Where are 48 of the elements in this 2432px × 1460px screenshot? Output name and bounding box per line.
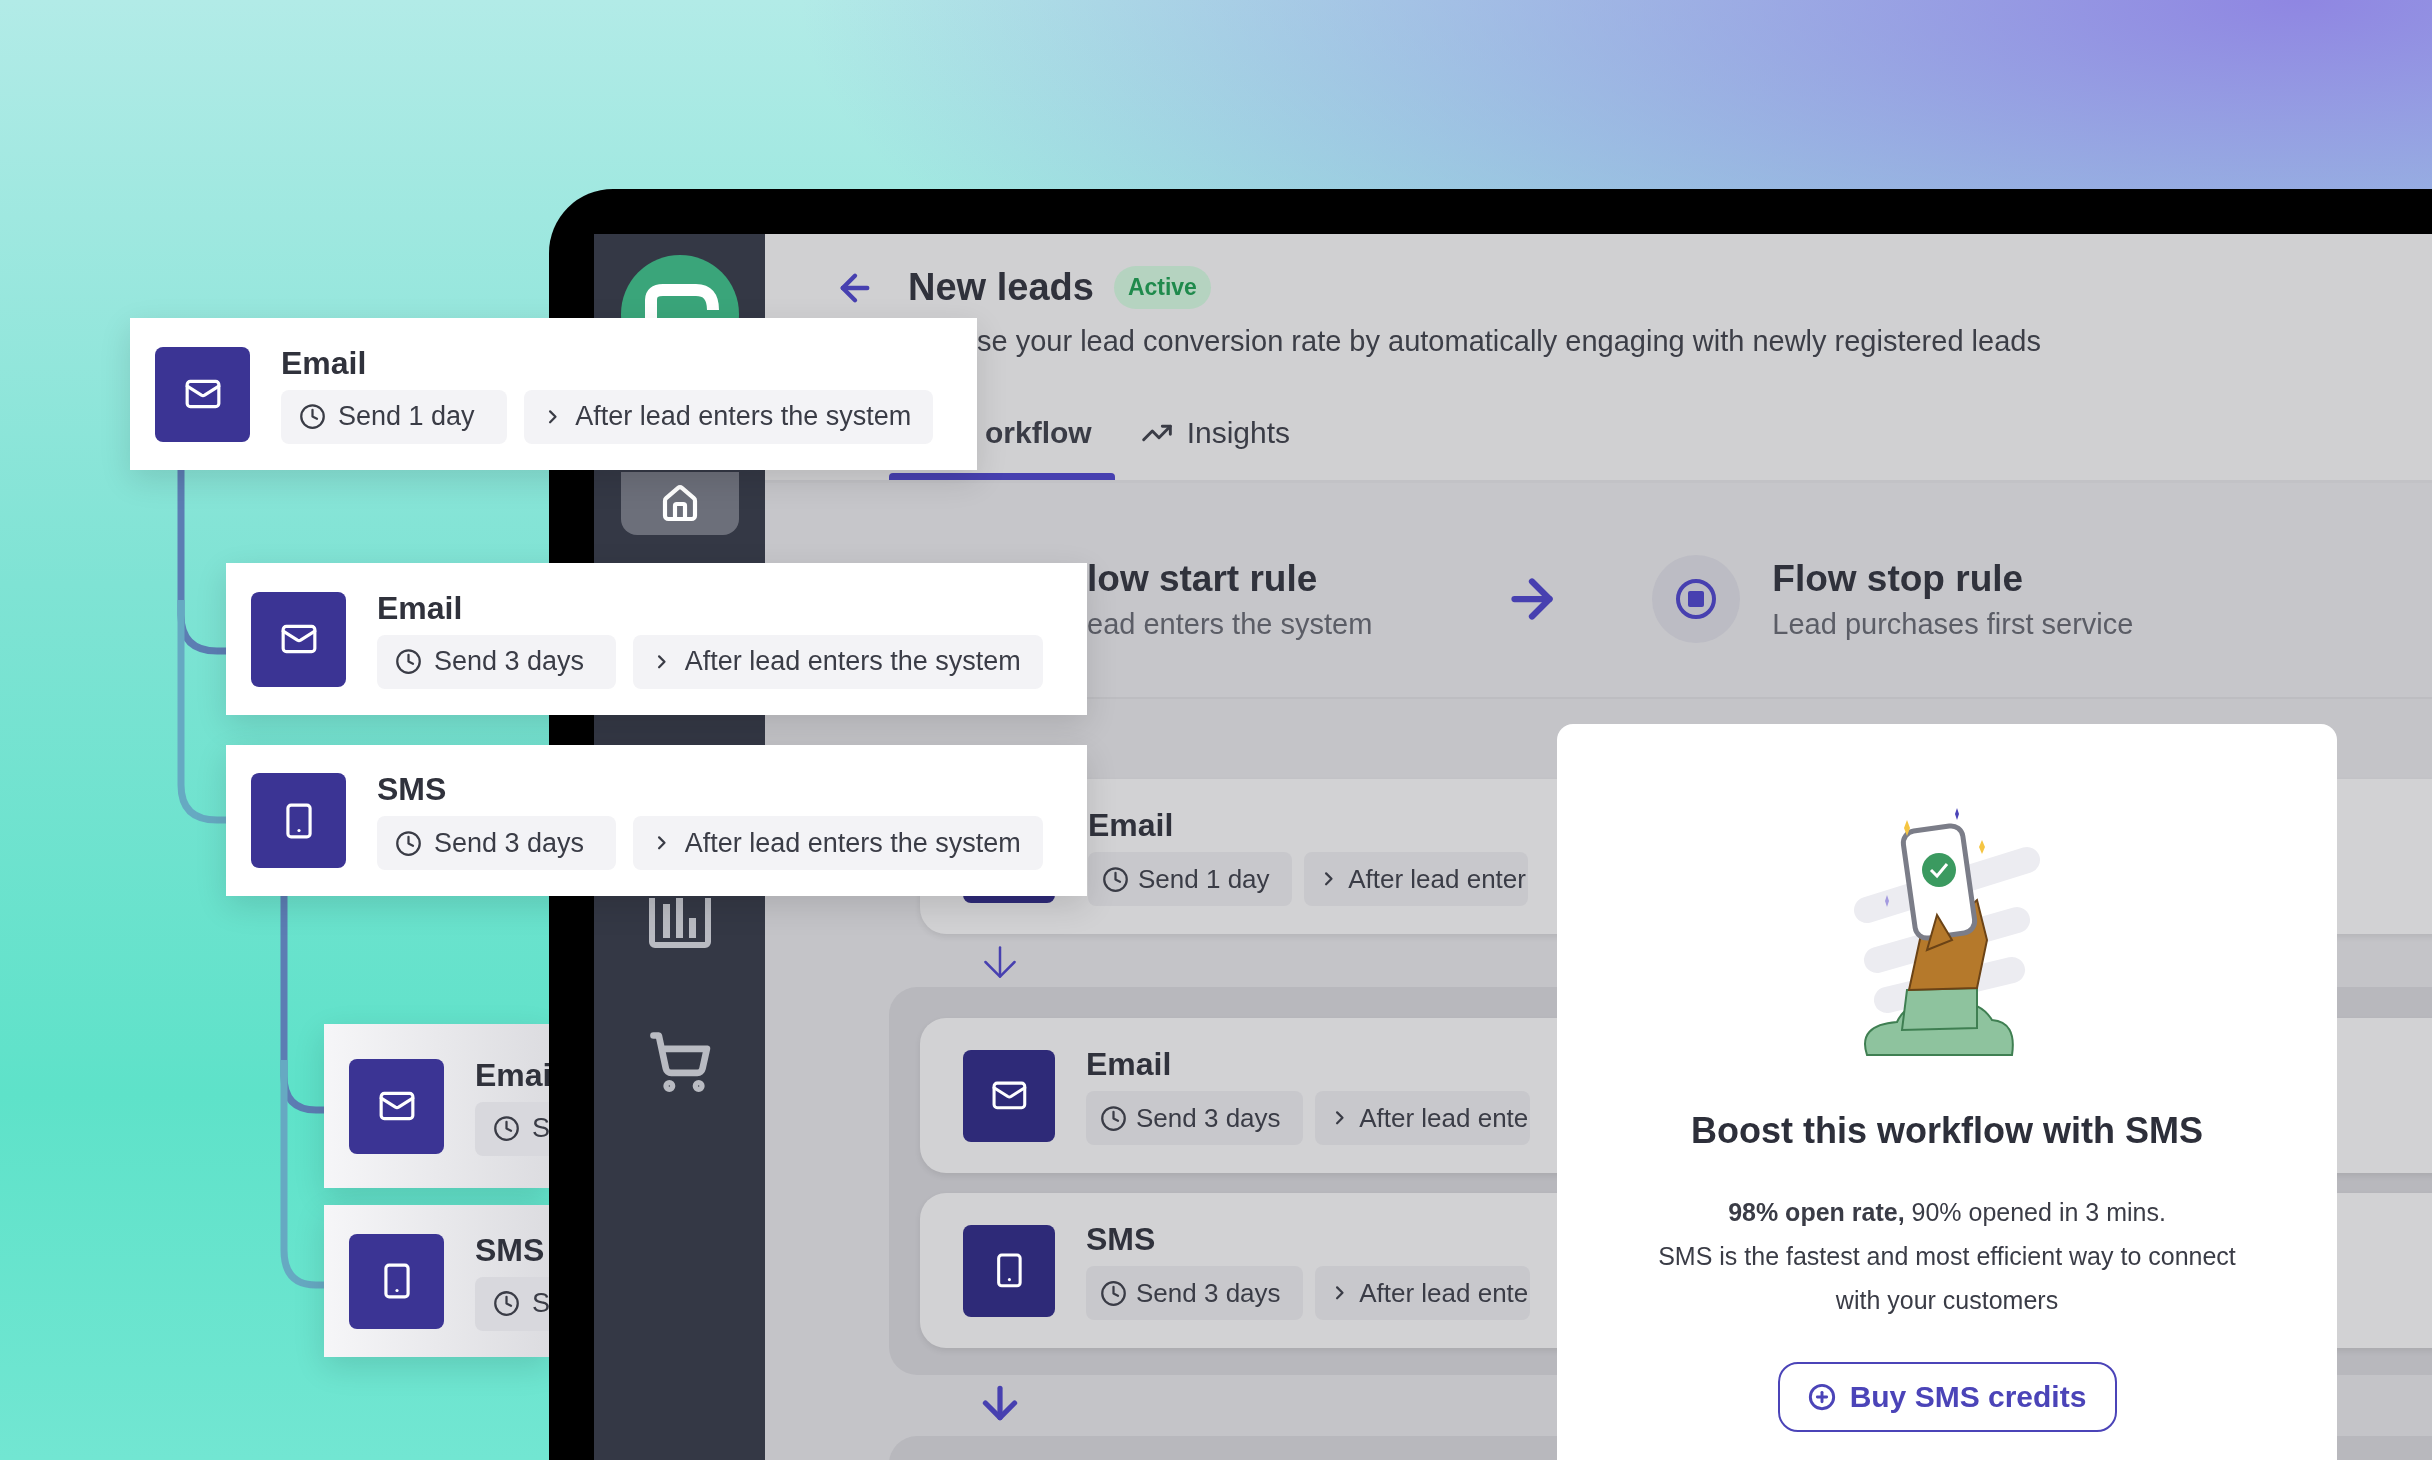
stop-icon — [1652, 555, 1741, 643]
plus-circle-icon — [1807, 1383, 1836, 1411]
trigger-chip: After lead enters the system — [523, 389, 934, 444]
delay-chip: S — [475, 1276, 550, 1331]
delay-chip: Send 3 days — [377, 816, 617, 870]
clock-icon — [1102, 865, 1129, 893]
clock-icon — [493, 1290, 520, 1317]
clock-icon — [1100, 1279, 1127, 1307]
step-title: Email — [1088, 807, 1175, 844]
clock-icon — [493, 1115, 520, 1142]
step-title: Email — [281, 344, 368, 382]
bar-chart-icon — [648, 898, 711, 948]
page-title: New leads — [908, 266, 1094, 309]
home-button[interactable] — [620, 472, 739, 535]
delay-chip: Send 3 days — [1086, 1266, 1303, 1320]
trigger-chip: After lead enters the system — [633, 634, 1043, 689]
cart-icon — [647, 1030, 712, 1094]
status-badge: Active — [1113, 266, 1211, 309]
trigger-chip: After lead ente — [1314, 1266, 1531, 1320]
delay-chip: Send 1 day — [1088, 852, 1292, 906]
delay-chip: Send 3 days — [377, 634, 617, 689]
rule-title: low start rule — [1087, 557, 1319, 600]
page-description: se your lead conversion rate by automatically engaging with newly registered leads — [977, 325, 2042, 358]
tab[interactable]: Insights — [1140, 398, 1291, 473]
tab[interactable]: orkflow — [985, 398, 1092, 473]
delay-chip: Send 1 day — [281, 389, 507, 444]
step-title: SMS — [475, 1231, 546, 1269]
rule-title: Flow stop rule — [1772, 557, 2025, 600]
trigger-chip: After lead enters the system — [633, 816, 1043, 870]
step-title: Emai — [475, 1056, 550, 1094]
clock-icon — [299, 403, 326, 430]
clock-icon — [395, 648, 422, 675]
delay-chip: S — [475, 1101, 550, 1156]
trigger-chip: After lead ente — [1314, 1091, 1531, 1145]
clock-icon — [1100, 1104, 1127, 1132]
promo-text: SMS is the fastest and most efficient way to connect with your customers — [1657, 1241, 2237, 1316]
rule-subtitle: ead enters the system — [1087, 607, 1373, 641]
delay-chip: Send 3 days — [1086, 1091, 1303, 1145]
promo-lead: 98% open rate, 90% opened in 3 mins. — [1728, 1197, 2166, 1228]
rule-subtitle: Lead purchases first service — [1772, 607, 2134, 641]
clock-icon — [395, 829, 422, 857]
promo-title: Boost this workflow with SMS — [1691, 1110, 2203, 1152]
buy-credits-button[interactable]: Buy SMS credits — [1777, 1362, 2117, 1432]
trigger-chip: After lead enter — [1303, 852, 1528, 906]
step-title: SMS — [1086, 1221, 1157, 1258]
step-title: Email — [1086, 1046, 1173, 1083]
step-title: SMS — [377, 771, 448, 808]
step-title: Email — [377, 589, 464, 627]
